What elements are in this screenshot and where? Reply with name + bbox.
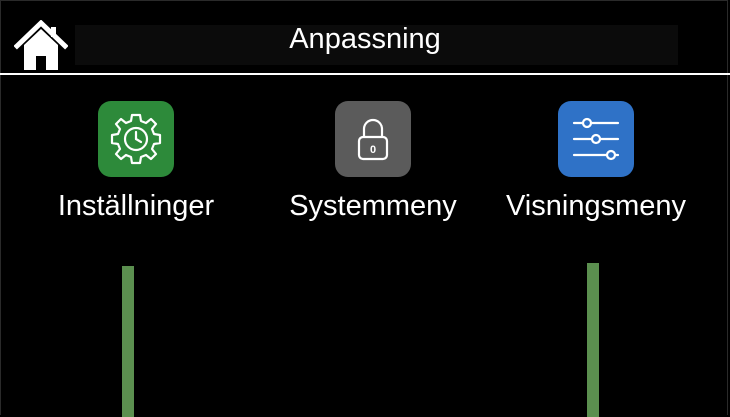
left-indicator-bar (122, 266, 134, 417)
header-bar: Anpassning (0, 0, 730, 73)
menu-item-settings[interactable]: Inställninger (21, 96, 251, 236)
menu-item-label: Systemmeny (289, 190, 457, 222)
settings-tile[interactable] (98, 101, 174, 177)
svg-text:0: 0 (370, 144, 376, 156)
display-tile[interactable] (558, 101, 634, 177)
right-indicator-bar (587, 263, 599, 417)
menu-item-system[interactable]: 0 Systemmeny (258, 96, 488, 236)
sliders-icon (572, 117, 620, 161)
page-title: Anpassning (289, 23, 441, 55)
gear-clock-icon (110, 113, 162, 165)
header-divider (0, 73, 730, 75)
menu-item-label: Visningsmeny (505, 190, 686, 222)
system-tile[interactable]: 0 (335, 101, 411, 177)
menu-item-label: Inställninger (57, 190, 215, 222)
padlock-icon: 0 (357, 118, 389, 161)
menu-item-display[interactable]: Visningsmeny (481, 96, 711, 236)
